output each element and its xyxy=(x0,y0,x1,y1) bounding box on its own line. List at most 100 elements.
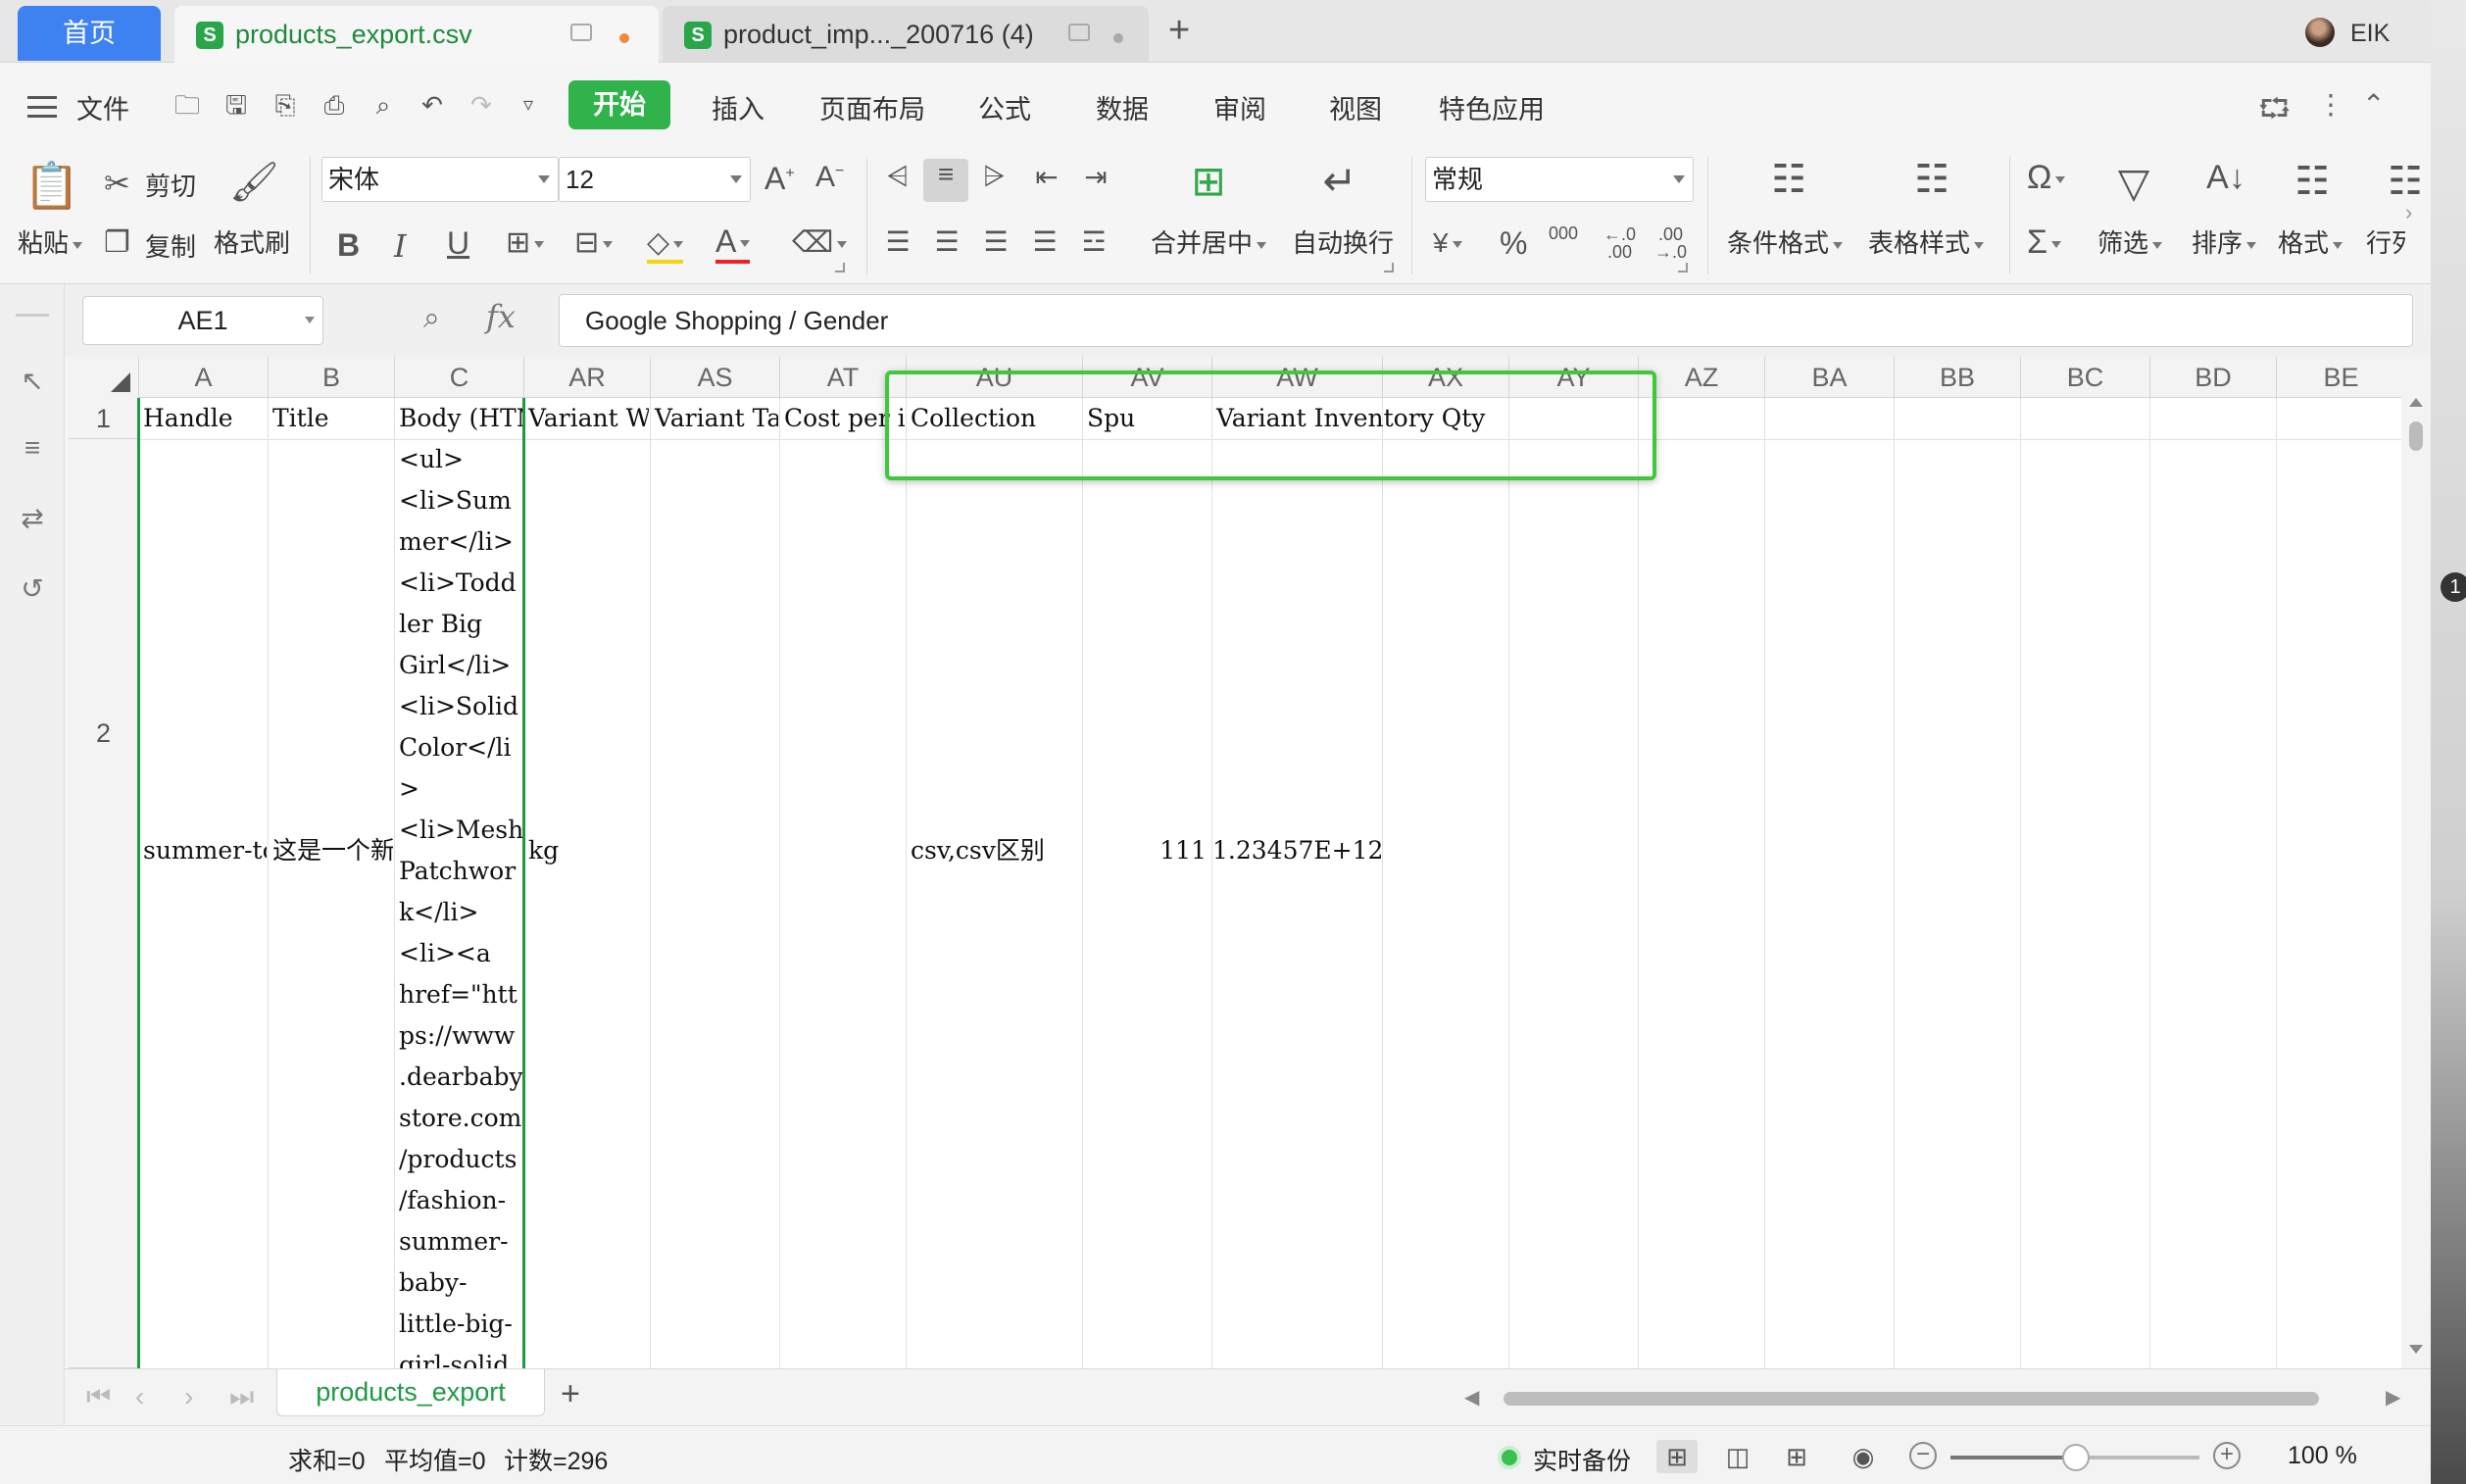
open-icon[interactable]: 🗀 xyxy=(173,90,202,120)
row-header-2[interactable]: 2 xyxy=(69,439,139,1368)
vertical-scrollbar[interactable] xyxy=(2401,357,2431,1368)
decrease-decimal-icon[interactable]: .00 →.0 xyxy=(1654,225,1687,261)
font-name-select[interactable]: 宋体 xyxy=(321,157,559,202)
scroll-left-icon[interactable]: ◀ xyxy=(1464,1385,1479,1410)
formula-input[interactable]: Google Shopping / Gender xyxy=(559,294,2413,347)
name-box[interactable]: AE1 xyxy=(82,296,323,345)
history-icon[interactable]: ↺ xyxy=(16,572,49,606)
align-right-icon[interactable]: ☰ xyxy=(978,225,1013,258)
cell-AW2[interactable]: 1.23457E+12 xyxy=(1212,830,1381,871)
tab-review[interactable]: 审阅 xyxy=(1213,88,1266,126)
normal-view-icon[interactable]: ⊞ xyxy=(1656,1440,1698,1473)
select-all-corner[interactable] xyxy=(69,357,139,398)
font-color-icon[interactable]: A xyxy=(715,223,751,264)
cell-style-icon[interactable]: ⊟ xyxy=(574,225,614,260)
tab-special[interactable]: 特色应用 xyxy=(1439,88,1545,126)
cell-C2[interactable]: <ul> <li>Sum mer</li> <li>Todd ler Big Girl</… xyxy=(395,439,522,1368)
undo-icon[interactable]: ↶ xyxy=(418,90,447,120)
percent-button[interactable]: % xyxy=(1500,225,1527,262)
print-icon[interactable]: ⎙ xyxy=(320,90,349,120)
font-size-select[interactable]: 12 xyxy=(559,157,751,202)
share-icon[interactable]: ⮔ xyxy=(2258,88,2291,135)
tab-view[interactable]: 视图 xyxy=(1329,88,1382,126)
dialog-launcher-icon[interactable] xyxy=(1384,263,1394,272)
realtime-backup-button[interactable]: 实时备份 xyxy=(1533,1442,1631,1477)
collapse-icon[interactable]: ⌃ xyxy=(2362,88,2385,121)
thousands-button[interactable]: 000 xyxy=(1549,223,1578,244)
tab-insert[interactable]: 插入 xyxy=(712,88,764,126)
clear-format-icon[interactable]: ⌫ xyxy=(792,225,848,260)
distribute-icon[interactable]: ☲ xyxy=(1076,225,1111,258)
fx-icon[interactable]: fx xyxy=(486,298,516,335)
menu-file[interactable]: 文件 xyxy=(76,88,129,126)
copy-button[interactable]: 复制 xyxy=(145,227,196,264)
sheet-tab-products-export[interactable]: products_export xyxy=(276,1369,545,1416)
sum-icon[interactable]: Σ xyxy=(2027,223,2062,262)
scroll-down-icon[interactable] xyxy=(2409,1345,2423,1354)
cell-C1[interactable]: Body (HTML) xyxy=(395,398,522,439)
column-header-AZ[interactable]: AZ xyxy=(1639,357,1765,398)
row-col-button[interactable]: 行列 xyxy=(2366,223,2405,260)
indent-decrease-icon[interactable]: ⇤ xyxy=(1029,161,1064,193)
align-top-icon[interactable]: ⩤ xyxy=(880,161,915,193)
tab-product-import[interactable]: S product_imp..._200716 (4) xyxy=(663,6,1149,63)
column-header-BD[interactable]: BD xyxy=(2150,357,2277,398)
symbol-icon[interactable]: Ω xyxy=(2027,159,2066,197)
cell-AR2[interactable]: kg xyxy=(524,830,649,871)
last-sheet-icon[interactable]: ⏭ xyxy=(229,1381,254,1413)
currency-icon[interactable]: ¥ xyxy=(1433,227,1462,259)
align-middle-icon[interactable]: ≡ xyxy=(923,159,968,202)
cell-AR1[interactable]: Variant Weight Unit xyxy=(524,398,649,439)
column-header-BE[interactable]: BE xyxy=(2277,357,2401,398)
dialog-launcher-icon[interactable] xyxy=(1678,263,1688,272)
ribbon-scroll-right-icon[interactable]: › xyxy=(2405,200,2412,225)
dialog-launcher-icon[interactable] xyxy=(835,263,845,272)
column-header-B[interactable]: B xyxy=(269,357,395,398)
cut-button[interactable]: 剪切 xyxy=(145,167,196,203)
tab-start[interactable]: 开始 xyxy=(568,80,670,129)
print-preview-icon[interactable]: ⌕ xyxy=(369,90,398,120)
next-sheet-icon[interactable]: › xyxy=(184,1381,193,1412)
format-button[interactable]: 格式 xyxy=(2278,223,2343,260)
cell-AU2[interactable]: csv,csv区别 xyxy=(907,830,1081,871)
merge-center-button[interactable]: 合并居中 xyxy=(1151,223,1267,260)
italic-icon[interactable]: I xyxy=(394,227,407,265)
cell-A1[interactable]: Handle xyxy=(139,398,267,439)
tab-page-layout[interactable]: 页面布局 xyxy=(819,88,925,126)
border-icon[interactable]: ⊞ xyxy=(506,225,545,260)
add-sheet-button[interactable]: + xyxy=(561,1375,580,1413)
settings-sliders-icon[interactable]: ≡ xyxy=(16,431,49,465)
tab-home[interactable]: 首页 xyxy=(18,6,161,61)
prev-sheet-icon[interactable]: ‹ xyxy=(135,1381,144,1412)
column-header-C[interactable]: C xyxy=(395,357,524,398)
cell-A2[interactable]: summer-toddler xyxy=(139,830,267,871)
column-header-BB[interactable]: BB xyxy=(1895,357,2021,398)
scroll-thumb[interactable] xyxy=(1504,1392,2319,1406)
font-grow-icon[interactable]: A+ xyxy=(764,161,795,197)
scroll-up-icon[interactable] xyxy=(2409,398,2423,407)
justify-icon[interactable]: ☰ xyxy=(1027,225,1062,258)
compare-icon[interactable]: ⇄ xyxy=(16,502,49,535)
underline-icon[interactable]: U xyxy=(447,225,469,262)
column-header-BA[interactable]: BA xyxy=(1765,357,1895,398)
zoom-in-icon[interactable]: + xyxy=(2213,1442,2241,1469)
row-header-1[interactable]: 1 xyxy=(69,398,139,439)
indent-increase-icon[interactable]: ⇥ xyxy=(1078,161,1113,193)
tab-data[interactable]: 数据 xyxy=(1096,88,1149,126)
paste-icon[interactable]: 📋 xyxy=(24,159,79,218)
scroll-right-icon[interactable]: ▶ xyxy=(2386,1385,2400,1410)
menu-icon[interactable] xyxy=(27,96,57,118)
filter-button[interactable]: 筛选 xyxy=(2097,223,2163,260)
zoom-search-icon[interactable]: ⌕ xyxy=(423,302,440,335)
redo-icon[interactable]: ↷ xyxy=(467,90,496,120)
column-header-AS[interactable]: AS xyxy=(651,357,780,398)
tab-products-export[interactable]: S products_export.csv xyxy=(174,6,659,63)
table-style-button[interactable]: 表格样式 xyxy=(1868,223,1985,260)
horizontal-scrollbar[interactable]: ◀ ▶ xyxy=(1464,1387,2411,1409)
bold-icon[interactable]: B xyxy=(337,227,360,264)
cell-AS1[interactable]: Variant Tax Code xyxy=(651,398,778,439)
more-icon[interactable]: ⋮ xyxy=(2317,88,2344,121)
fill-color-icon[interactable]: ◇ xyxy=(647,225,684,264)
select-pointer-icon[interactable]: ↖ xyxy=(16,365,49,398)
column-header-BC[interactable]: BC xyxy=(2021,357,2150,398)
